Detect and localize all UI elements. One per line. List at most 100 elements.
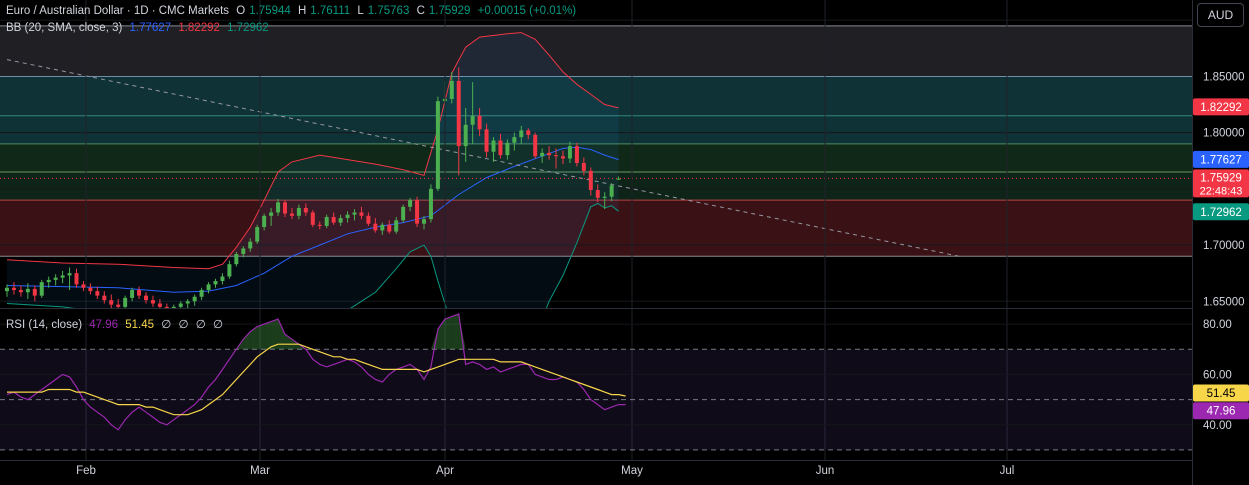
low-value: 1.75763 xyxy=(367,5,410,17)
last-price-label-text: 1.75929 xyxy=(1200,172,1242,184)
rsi-overbought-fill xyxy=(444,316,452,350)
rsi-ma-value: 51.45 xyxy=(125,319,155,331)
change-value: +0.00015 (+0.01%) xyxy=(477,5,577,17)
open-label: O xyxy=(236,5,246,17)
bb-upper-price-label-text: 1.82292 xyxy=(1200,102,1242,114)
candle-body xyxy=(32,288,37,296)
candle-body xyxy=(310,212,315,225)
rsi-extra-3: ∅ xyxy=(195,319,206,331)
candle-body xyxy=(157,303,162,307)
candle-body xyxy=(185,301,190,304)
candle-body xyxy=(88,287,93,292)
candle xyxy=(401,204,406,223)
candle-body xyxy=(498,140,503,156)
candle-body xyxy=(262,215,267,228)
bb-basis-value: 1.77627 xyxy=(129,22,172,34)
candle-body xyxy=(11,287,16,291)
close-label: C xyxy=(416,5,425,17)
candle-body xyxy=(178,303,183,307)
candle-body xyxy=(192,296,197,302)
candle-body xyxy=(519,130,524,138)
candle-body xyxy=(484,129,489,152)
bb-upper-price-label: 1.82292 xyxy=(1193,98,1249,116)
candle xyxy=(574,142,579,167)
candle-body xyxy=(477,115,482,130)
rsi-ma-price-label: 51.45 xyxy=(1193,384,1249,402)
time-axis-label: May xyxy=(621,465,643,477)
rsi-extra-4: ∅ xyxy=(212,319,223,331)
bb-upper-value: 1.82292 xyxy=(178,22,220,34)
candle-body xyxy=(109,300,114,305)
candle-body xyxy=(220,276,225,282)
candle-body xyxy=(213,281,218,285)
time-axis-label: Jun xyxy=(816,465,835,477)
candle xyxy=(310,210,315,228)
bb-title[interactable]: BB (20, SMA, close, 3) xyxy=(6,22,122,34)
candle-body xyxy=(609,185,614,197)
candle-body xyxy=(25,288,30,293)
candle-body xyxy=(324,216,329,226)
price-axis-tick-label: 1.80000 xyxy=(1203,128,1245,140)
candle-body xyxy=(567,146,572,159)
price-axis-tick-label: 1.65000 xyxy=(1203,296,1245,308)
rsi-axis-tick-label: 80.00 xyxy=(1203,319,1232,331)
candle-body xyxy=(227,264,232,277)
candle-body xyxy=(296,207,301,216)
rsi-price-label-text: 47.96 xyxy=(1207,406,1236,418)
candle-body xyxy=(359,212,364,216)
candle-body xyxy=(554,155,559,157)
bb-legend[interactable]: BB (20, SMA, close, 3) 1.77627 1.82292 1… xyxy=(6,22,273,34)
candle-body xyxy=(435,101,440,189)
candle-body xyxy=(18,290,23,293)
bb-lower-value: 1.72962 xyxy=(227,22,269,34)
candle xyxy=(39,279,44,298)
candle-body xyxy=(144,295,148,301)
chart-canvas[interactable]: FebMarAprMayJunJul1.650001.700001.750001… xyxy=(0,0,1249,485)
candle-body xyxy=(422,219,426,224)
candle-body xyxy=(401,206,406,221)
candle-body xyxy=(373,223,378,231)
candle-body xyxy=(234,254,239,265)
rsi-price-label: 47.96 xyxy=(1193,402,1249,420)
rsi-ma-price-label-text: 51.45 xyxy=(1207,388,1236,400)
candle xyxy=(435,96,440,192)
candle-body xyxy=(95,291,100,296)
time-axis-label: Feb xyxy=(76,465,96,477)
currency-button[interactable]: AUD xyxy=(1197,3,1244,27)
candle-body xyxy=(547,152,552,156)
candle-body xyxy=(352,212,357,215)
candle-body xyxy=(102,295,107,301)
candle-body xyxy=(595,189,600,198)
rsi-title[interactable]: RSI (14, close) xyxy=(6,319,82,331)
candle-body xyxy=(81,284,86,288)
rsi-overbought-fill xyxy=(257,324,265,350)
rsi-value: 47.96 xyxy=(89,319,119,331)
rsi-axis-tick-label: 60.00 xyxy=(1203,369,1232,381)
candle-body xyxy=(449,80,454,99)
candle-body xyxy=(456,80,461,147)
symbol-title[interactable]: Euro / Australian Dollar · 1D · CMC Mark… xyxy=(6,5,229,17)
bb-basis-price-label: 1.77627 xyxy=(1193,150,1249,168)
candle-body xyxy=(199,290,204,297)
candle-body xyxy=(602,196,607,198)
candle-body xyxy=(491,140,496,152)
candle-body xyxy=(540,152,545,157)
candle-body xyxy=(338,218,343,223)
candle-body xyxy=(283,202,287,214)
candle xyxy=(415,196,420,228)
candle-body xyxy=(255,227,260,242)
candle-body xyxy=(561,156,565,159)
symbol-legend[interactable]: Euro / Australian Dollar · 1D · CMC Mark… xyxy=(6,5,580,17)
candle-body xyxy=(123,297,128,307)
candle-body xyxy=(5,287,9,292)
time-axis-label: Apr xyxy=(436,465,454,477)
candle-body xyxy=(276,202,281,213)
candle-body xyxy=(331,216,336,223)
candle-body xyxy=(53,277,58,280)
rsi-legend[interactable]: RSI (14, close) 47.96 51.45 ∅ ∅ ∅ ∅ xyxy=(6,317,227,331)
time-axis-label: Jul xyxy=(1000,465,1015,477)
last-price-label: 1.7592922:48:43 xyxy=(1193,169,1249,198)
candle-body xyxy=(303,207,308,213)
candle-body xyxy=(137,290,142,296)
candle-body xyxy=(345,214,350,219)
